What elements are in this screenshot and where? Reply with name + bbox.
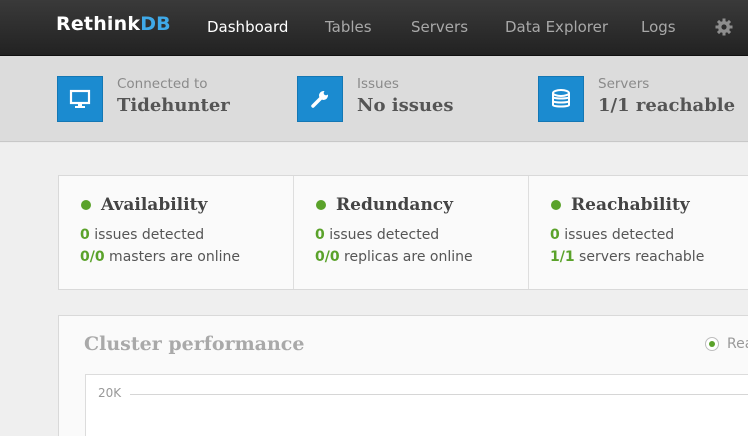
card-redundancy: Redundancy 0 issues detected 0/0 replica…	[294, 176, 529, 289]
card-title: Availability	[101, 195, 208, 215]
legend-label: Rea	[727, 336, 748, 352]
nav-tables[interactable]: Tables	[325, 18, 372, 36]
y-tick-label: 20K	[98, 386, 122, 400]
health-cards: Availability 0 issues detected 0/0 maste…	[58, 175, 748, 290]
nav-servers[interactable]: Servers	[411, 18, 468, 36]
online-label: replicas are online	[339, 249, 473, 265]
panel-title: Cluster performance	[84, 333, 305, 355]
gridline	[130, 394, 748, 395]
nav-data-explorer[interactable]: Data Explorer	[505, 18, 608, 36]
status-issues-value: No issues	[357, 95, 454, 116]
online-count: 1/1	[550, 249, 575, 265]
top-navbar: RethinkDB Dashboard Tables Servers Data …	[0, 0, 748, 56]
brand-name-main: Rethink	[56, 13, 141, 35]
card-online-line: 0/0 masters are online	[80, 249, 240, 265]
issue-count: 0	[550, 227, 560, 243]
gear-icon[interactable]	[714, 17, 734, 37]
brand-logo[interactable]: RethinkDB	[56, 13, 171, 35]
database-icon	[538, 76, 584, 122]
status-servers-caption: Servers	[598, 76, 650, 92]
card-title: Redundancy	[336, 195, 454, 215]
cluster-status-strip: Connected to Tidehunter Issues No issues…	[0, 56, 748, 142]
cluster-performance-panel: Cluster performance Rea 20K	[58, 315, 748, 436]
card-online-line: 1/1 servers reachable	[550, 249, 704, 265]
status-connected-value: Tidehunter	[117, 95, 230, 116]
card-issues-line: 0 issues detected	[550, 227, 674, 243]
status-dot	[316, 200, 326, 210]
online-count: 0/0	[315, 249, 340, 265]
issue-count: 0	[315, 227, 325, 243]
card-issues-line: 0 issues detected	[80, 227, 204, 243]
status-servers-value: 1/1 reachable	[598, 95, 736, 116]
card-reachability: Reachability 0 issues detected 1/1 serve…	[529, 176, 748, 289]
nav-logs[interactable]: Logs	[641, 18, 676, 36]
card-online-line: 0/0 replicas are online	[315, 249, 473, 265]
online-count: 0/0	[80, 249, 105, 265]
monitor-icon	[57, 76, 103, 122]
status-connected-caption: Connected to	[117, 76, 208, 92]
status-issues-caption: Issues	[357, 76, 399, 92]
status-dot	[551, 200, 561, 210]
online-label: masters are online	[104, 249, 240, 265]
online-label: servers reachable	[574, 249, 705, 265]
issue-label: issues detected	[324, 227, 440, 243]
issue-label: issues detected	[89, 227, 205, 243]
brand-name-accent: DB	[140, 13, 171, 35]
realtime-radio[interactable]	[705, 337, 719, 351]
status-dot	[81, 200, 91, 210]
issue-count: 0	[80, 227, 90, 243]
wrench-icon	[297, 76, 343, 122]
performance-chart: 20K	[85, 374, 748, 436]
nav-dashboard[interactable]: Dashboard	[207, 18, 288, 36]
card-availability: Availability 0 issues detected 0/0 maste…	[59, 176, 294, 289]
issue-label: issues detected	[559, 227, 675, 243]
card-issues-line: 0 issues detected	[315, 227, 439, 243]
card-title: Reachability	[571, 195, 690, 215]
